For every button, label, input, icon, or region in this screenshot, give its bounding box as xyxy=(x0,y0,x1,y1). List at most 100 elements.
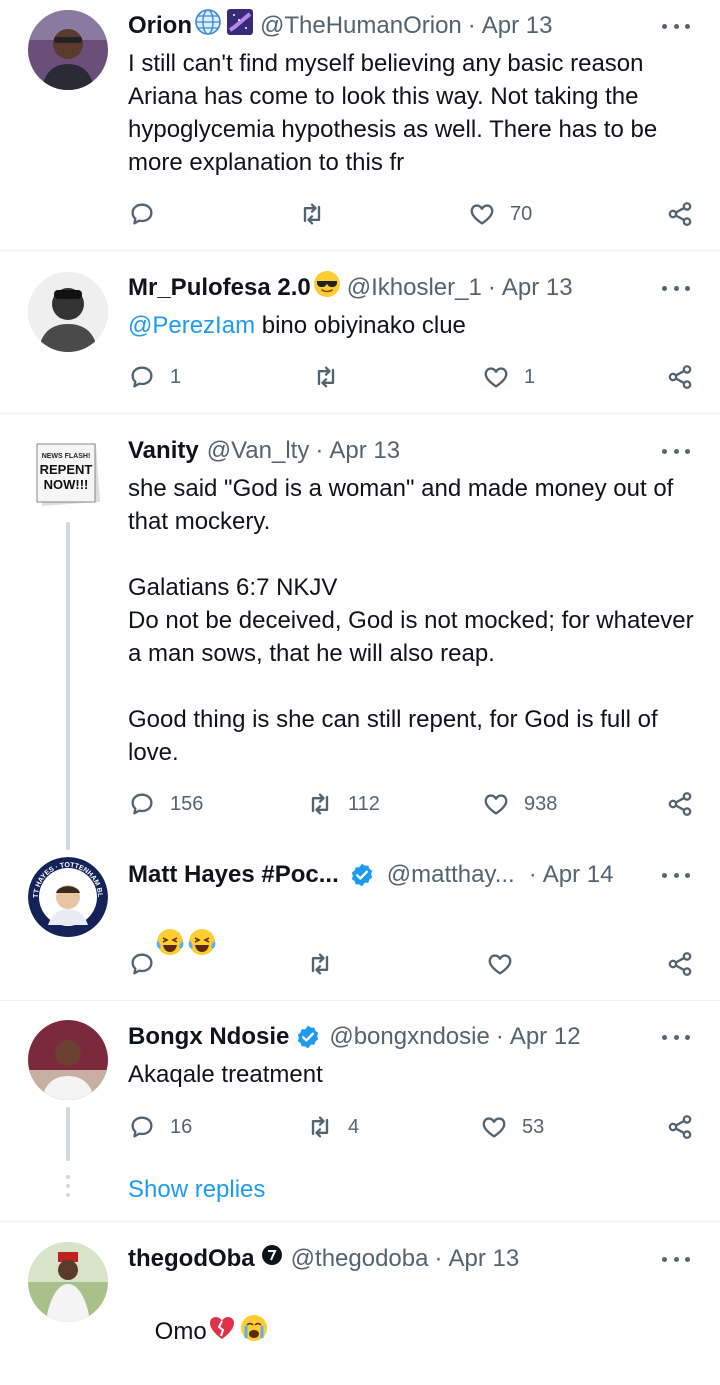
retweet-icon xyxy=(306,790,334,818)
tweet-orion[interactable]: Orion @TheHumanOrion · Apr 13 I still ca… xyxy=(0,0,720,250)
reply-button[interactable]: 1 xyxy=(128,361,181,393)
like-count: 70 xyxy=(510,202,533,225)
tweet-date[interactable]: Apr 13 xyxy=(482,10,553,42)
author-handle[interactable]: @Van_lty xyxy=(207,435,310,467)
tweet-text: I still can't find myself believing any … xyxy=(128,50,664,176)
author-handle[interactable]: @Ikhosler_1 xyxy=(347,272,482,304)
reply-count: 16 xyxy=(170,1115,193,1138)
like-button[interactable]: 70 xyxy=(468,198,532,230)
avatar-repent: REPENT xyxy=(40,462,93,477)
sunglasses-emoji-icon xyxy=(313,270,341,307)
share-button[interactable] xyxy=(666,1111,694,1143)
verified-badge-icon xyxy=(349,862,375,888)
author-name[interactable]: Vanity xyxy=(128,435,199,467)
share-icon xyxy=(666,1113,694,1141)
tweet-date[interactable]: Apr 13 xyxy=(502,272,573,304)
more-icon[interactable] xyxy=(662,16,690,36)
tweet-date[interactable]: Apr 13 xyxy=(448,1243,519,1275)
retweet-button[interactable] xyxy=(298,198,340,230)
avatar[interactable] xyxy=(28,10,108,90)
avatar[interactable]: MATT HAYES · TOTTENHAM BLOG xyxy=(28,857,108,937)
share-button[interactable] xyxy=(666,948,694,980)
tweet-text: she said "God is a woman" and made money… xyxy=(128,475,694,766)
separator-dot: · xyxy=(467,12,476,39)
retweet-icon xyxy=(306,1113,334,1141)
retweet-button[interactable]: 112 xyxy=(306,788,380,820)
like-icon xyxy=(486,950,514,978)
author-handle[interactable]: @matthay... xyxy=(387,859,515,891)
like-button[interactable]: 1 xyxy=(482,361,535,393)
separator-dot: · xyxy=(315,437,324,464)
like-icon xyxy=(468,200,496,228)
mention-link[interactable]: @PerezIam xyxy=(128,312,255,339)
like-button[interactable] xyxy=(486,948,528,980)
retweet-count: 4 xyxy=(348,1115,360,1138)
crying-emoji-icon xyxy=(239,1313,269,1352)
verified-badge-icon xyxy=(295,1024,321,1050)
separator-dot: · xyxy=(434,1245,443,1272)
retweet-icon xyxy=(312,363,340,391)
retweet-button[interactable] xyxy=(306,948,348,980)
author-name[interactable]: Bongx Ndosie xyxy=(128,1021,289,1053)
like-icon xyxy=(482,790,510,818)
avatar[interactable] xyxy=(28,1020,108,1100)
avatar[interactable]: NEWS FLASH! REPENT NOW!!! xyxy=(28,434,108,514)
show-replies-link[interactable]: Show replies xyxy=(128,1176,265,1204)
tweet-bongx-ndosie[interactable]: Bongx Ndosie @bongxndosie · Apr 12 Akaqa… xyxy=(0,1001,720,1221)
more-icon[interactable] xyxy=(662,1249,690,1269)
thread-line xyxy=(66,1107,70,1161)
more-icon[interactable] xyxy=(662,441,690,461)
tweet-text: @PerezIam bino obiyinako clue xyxy=(128,309,698,342)
share-icon xyxy=(666,363,694,391)
tweet-thegodoba[interactable]: thegodOba @thegodoba · Apr 13 Omo xyxy=(0,1222,720,1345)
tweet-text xyxy=(128,894,698,999)
reply-count: 156 xyxy=(170,792,204,815)
reply-button[interactable] xyxy=(128,198,170,230)
reply-button[interactable]: 16 xyxy=(128,1111,192,1143)
tweet-body: Omo xyxy=(154,1317,207,1345)
like-button[interactable]: 53 xyxy=(480,1111,544,1143)
author-name[interactable]: Orion xyxy=(128,10,192,42)
more-icon[interactable] xyxy=(662,278,690,298)
share-button[interactable] xyxy=(666,788,694,820)
tweet-body: bino obiyinako clue xyxy=(255,312,466,339)
tweet-text: Akaqale treatment xyxy=(128,1061,323,1088)
like-count: 1 xyxy=(524,365,536,388)
tweet-mr-pulofesa[interactable]: Mr_Pulofesa 2.0 @Ikhosler_1 · Apr 13 @Pe… xyxy=(0,251,720,413)
share-button[interactable] xyxy=(666,361,694,393)
more-icon[interactable] xyxy=(662,1027,690,1047)
author-name[interactable]: Matt Hayes #Poc... xyxy=(128,859,339,891)
retweet-button[interactable]: 4 xyxy=(306,1111,359,1143)
tweet-text: Omo xyxy=(128,1280,698,1385)
author-handle[interactable]: @TheHumanOrion xyxy=(260,10,462,42)
more-icon[interactable] xyxy=(662,865,690,885)
tweet-date[interactable]: Apr 14 xyxy=(543,859,614,891)
tweet-vanity[interactable]: NEWS FLASH! REPENT NOW!!! Vanity @Van_lt… xyxy=(0,414,720,850)
avatar[interactable] xyxy=(28,272,108,352)
reply-count: 1 xyxy=(170,365,182,388)
retweet-button[interactable] xyxy=(312,361,354,393)
author-handle[interactable]: @bongxndosie xyxy=(329,1021,489,1053)
reply-button[interactable] xyxy=(128,948,170,980)
share-button[interactable] xyxy=(666,198,694,230)
author-name[interactable]: thegodOba xyxy=(128,1243,255,1275)
tweet-matt-hayes[interactable]: MATT HAYES · TOTTENHAM BLOG Matt Hayes #… xyxy=(0,840,720,1000)
separator-dot: · xyxy=(528,861,537,888)
avatar[interactable] xyxy=(28,1242,108,1322)
galaxy-emoji-icon xyxy=(226,8,254,45)
author-handle[interactable]: @thegodoba xyxy=(291,1243,429,1275)
like-icon xyxy=(480,1113,508,1141)
tweet-date[interactable]: Apr 12 xyxy=(510,1021,581,1053)
author-name[interactable]: Mr_Pulofesa 2.0 xyxy=(128,272,311,304)
thread-dots xyxy=(66,1175,70,1202)
like-count: 938 xyxy=(524,792,558,815)
reply-button[interactable]: 156 xyxy=(128,788,203,820)
like-button[interactable]: 938 xyxy=(482,788,557,820)
separator-dot: · xyxy=(487,274,496,301)
avatar-news-flash: NEWS FLASH! xyxy=(42,453,91,460)
retweet-icon xyxy=(298,200,326,228)
reply-icon xyxy=(128,363,156,391)
reply-icon xyxy=(128,950,156,978)
tweet-date[interactable]: Apr 13 xyxy=(329,435,400,467)
retweet-icon xyxy=(306,950,334,978)
